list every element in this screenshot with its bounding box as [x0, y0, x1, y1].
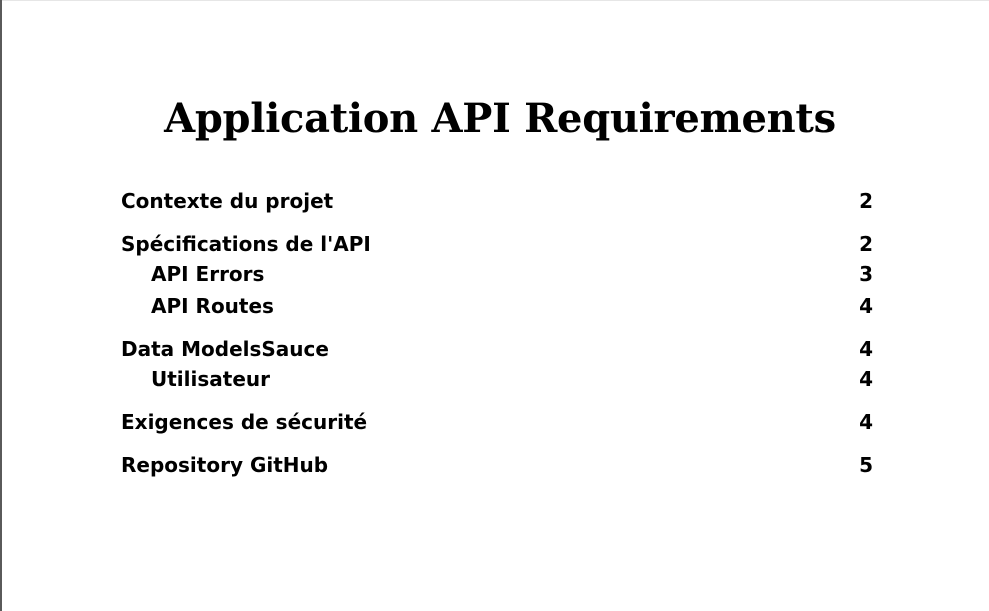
toc-entry-exigences-securite[interactable]: Exigences de sécurité 4 [121, 408, 873, 436]
toc-entry-label: Spécifications de l'API [121, 232, 371, 256]
toc-entry-label: API Routes [151, 294, 274, 318]
toc-entry-page-number: 4 [859, 410, 873, 434]
toc-entry-api-errors[interactable]: API Errors 3 [121, 260, 873, 288]
toc-entry-page-number: 3 [859, 262, 873, 286]
toc-entry-repository-github[interactable]: Repository GitHub 5 [121, 451, 873, 479]
toc-entry-label: API Errors [151, 262, 265, 286]
toc-entry-api-routes[interactable]: API Routes 4 [121, 292, 873, 320]
toc-entry-page-number: 2 [859, 232, 873, 256]
toc-entry-specifications-api[interactable]: Spécifications de l'API 2 [121, 230, 873, 258]
toc-entry-label: Utilisateur [151, 367, 270, 391]
toc-entry-contexte-du-projet[interactable]: Contexte du projet 2 [121, 187, 873, 215]
toc-entry-data-models-sauce[interactable]: Data ModelsSauce 4 [121, 335, 873, 363]
table-of-contents: Contexte du projet 2 Spécifications de l… [121, 0, 873, 611]
toc-entry-label: Exigences de sécurité [121, 410, 368, 434]
document-page: Application API Requirements Contexte du… [0, 0, 989, 611]
toc-entry-page-number: 4 [859, 294, 873, 318]
toc-entry-label: Contexte du projet [121, 189, 334, 213]
toc-entry-label: Data ModelsSauce [121, 337, 329, 361]
toc-entry-label: Repository GitHub [121, 453, 329, 477]
toc-entry-page-number: 4 [859, 337, 873, 361]
viewer-left-border [0, 0, 2, 611]
toc-entry-utilisateur[interactable]: Utilisateur 4 [121, 365, 873, 393]
toc-entry-page-number: 5 [859, 453, 873, 477]
toc-entry-page-number: 2 [859, 189, 873, 213]
toc-entry-page-number: 4 [859, 367, 873, 391]
